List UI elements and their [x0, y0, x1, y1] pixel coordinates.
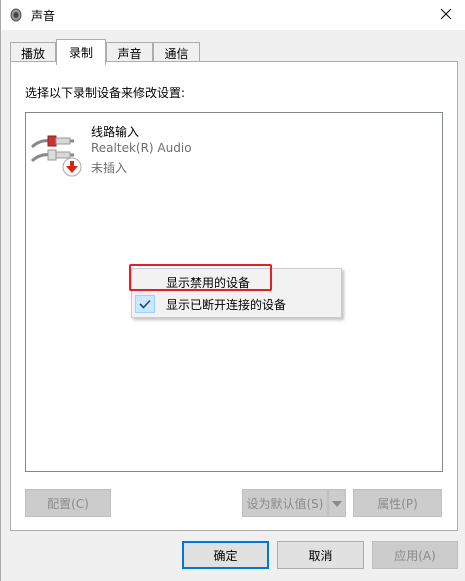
checkmark-icon	[135, 295, 155, 313]
button-label: 取消	[308, 548, 333, 563]
tab-strip: 播放 录制 声音 通信	[1, 30, 465, 65]
close-icon	[440, 8, 452, 23]
tab-label: 录制	[68, 46, 93, 60]
recording-panel: 选择以下录制设备来修改设置: 线路输入 Realtek(R) Audio 未插入…	[10, 61, 458, 531]
tab-label: 声音	[117, 47, 142, 61]
menu-item-label: 显示禁用的设备	[166, 275, 251, 290]
window-title: 声音	[31, 9, 56, 23]
tab-recording[interactable]: 录制	[56, 39, 106, 65]
properties-button[interactable]: 属性(P)	[353, 489, 442, 517]
set-default-button[interactable]: 设为默认值(S)	[242, 489, 328, 517]
button-label: 设为默认值(S)	[246, 496, 324, 511]
menu-item-show-disabled[interactable]: 显示禁用的设备	[132, 271, 341, 293]
configure-button[interactable]: 配置(C)	[25, 489, 111, 517]
unplugged-arrow-icon	[62, 157, 82, 177]
menu-item-show-disconnected[interactable]: 显示已断开连接的设备	[132, 293, 341, 315]
device-name: 线路输入	[91, 125, 140, 139]
speaker-icon	[9, 8, 23, 22]
cancel-button[interactable]: 取消	[277, 541, 364, 569]
button-label: 配置(C)	[47, 496, 89, 511]
button-label: 属性(P)	[377, 496, 418, 511]
sound-dialog: 声音 播放 录制 声音 通信 选择以下录制设备来修改设置: 线路输入 Realt…	[0, 0, 465, 581]
tab-label: 播放	[20, 47, 45, 61]
set-default-dropdown[interactable]	[328, 489, 346, 517]
button-label: 确定	[213, 548, 238, 563]
device-driver: Realtek(R) Audio	[91, 141, 192, 155]
context-menu: 显示禁用的设备 显示已断开连接的设备	[131, 268, 342, 318]
chevron-down-icon	[332, 496, 342, 510]
button-label: 应用(A)	[394, 548, 436, 563]
title-bar: 声音	[1, 0, 465, 30]
menu-item-label: 显示已断开连接的设备	[166, 297, 287, 312]
device-item-line-in[interactable]: 线路输入 Realtek(R) Audio 未插入	[30, 119, 330, 179]
apply-button[interactable]: 应用(A)	[372, 541, 458, 569]
device-list[interactable]: 线路输入 Realtek(R) Audio 未插入 显示禁用的设备 显示已断开连…	[25, 112, 443, 472]
device-status: 未插入	[91, 161, 128, 175]
ok-button[interactable]: 确定	[182, 541, 269, 569]
close-button[interactable]	[426, 0, 465, 30]
instruction-text: 选择以下录制设备来修改设置:	[25, 86, 186, 100]
tab-label: 通信	[164, 47, 189, 61]
